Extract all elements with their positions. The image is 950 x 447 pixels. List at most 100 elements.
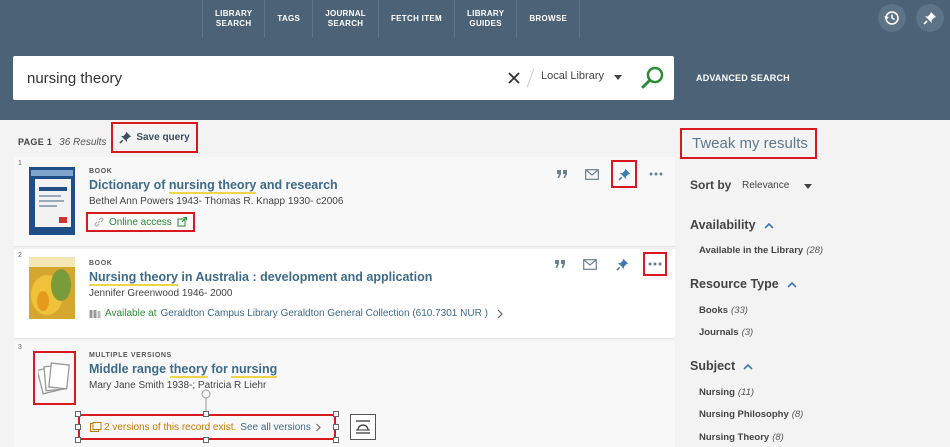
more-icon: [648, 262, 662, 266]
pin-record-button[interactable]: [609, 253, 635, 275]
pin-icon: [617, 168, 630, 181]
result-title[interactable]: Dictionary of nursing theory and researc…: [89, 178, 338, 194]
resource-type: BOOK: [89, 260, 113, 267]
result-actions: [543, 160, 667, 188]
facet-group-subject[interactable]: Subject: [690, 359, 753, 373]
resize-handle[interactable]: [75, 437, 81, 443]
versions-thumbnail: [33, 351, 76, 405]
search-icon: [641, 66, 664, 89]
citation-icon: [555, 260, 565, 268]
facet-group-resource-type[interactable]: Resource Type: [690, 277, 797, 291]
rotate-handle-icon: [201, 389, 211, 413]
title-highlight: nursing theory: [168, 178, 257, 194]
search-button[interactable]: [640, 65, 666, 91]
email-icon: [583, 258, 597, 270]
search-box: Local Library: [13, 56, 674, 100]
resize-handle[interactable]: [75, 424, 81, 430]
pinned-items-button[interactable]: [916, 4, 944, 32]
clear-icon: [508, 72, 520, 84]
title-part: Middle range: [89, 362, 170, 376]
save-query-button[interactable]: Save query: [111, 122, 198, 153]
title-highlight: Nursing theory: [89, 270, 178, 286]
book-location-icon: [89, 309, 101, 318]
see-all-versions: See all versions: [240, 421, 311, 433]
nav-browse[interactable]: BROWSE: [516, 0, 581, 38]
pin-record-button[interactable]: [611, 160, 637, 188]
search-scope-select[interactable]: Local Library: [541, 70, 604, 82]
advanced-search-link[interactable]: ADVANCED SEARCH: [696, 73, 790, 83]
facet-item-label: Books: [699, 305, 729, 316]
facet-item[interactable]: Journals (3): [699, 327, 753, 338]
facet-item-label: Nursing Philosophy: [699, 409, 789, 420]
clear-search-button[interactable]: [503, 67, 525, 89]
availability-status[interactable]: Available at Geraldton Campus Library Ge…: [89, 308, 504, 319]
result-item-3[interactable]: 3 MULTIPLE VERSIONS Middle range theory …: [14, 341, 675, 447]
chevron-up-icon: [787, 281, 797, 288]
resize-handle[interactable]: [333, 424, 339, 430]
facet-item[interactable]: Nursing Philosophy (8): [699, 409, 803, 420]
citation-button[interactable]: [551, 163, 573, 185]
search-input[interactable]: [27, 66, 497, 90]
availability-location: Geraldton Campus Library Geraldton Gener…: [160, 308, 488, 319]
sort-by-label: Sort by: [690, 178, 732, 192]
email-icon: [585, 168, 599, 180]
result-author: Jennifer Greenwood 1946- 2000: [89, 288, 233, 299]
result-item-2[interactable]: 2 BOOK Nursing theory in Australia : dev…: [14, 249, 675, 339]
resize-handle[interactable]: [203, 437, 209, 443]
citation-button[interactable]: [549, 253, 571, 275]
result-actions: [541, 252, 667, 276]
chevron-right-icon: [315, 423, 321, 431]
title-highlight: nursing: [231, 362, 278, 378]
caret-down-icon: [804, 184, 812, 189]
chevron-right-icon: [497, 309, 503, 318]
nav-library-search[interactable]: LIBRARY SEARCH: [202, 0, 264, 38]
resize-handle[interactable]: [333, 411, 339, 417]
versions-icon: [90, 422, 102, 432]
book-cover-thumbnail: [29, 257, 75, 319]
resize-handle[interactable]: [203, 411, 209, 417]
email-button[interactable]: [579, 253, 601, 275]
link-icon: [94, 217, 104, 227]
result-title[interactable]: Nursing theory in Australia : developmen…: [89, 270, 432, 286]
pin-icon: [615, 258, 628, 271]
search-band: Local Library ADVANCED SEARCH: [0, 38, 950, 120]
result-item-1[interactable]: 1 BOOK Dictionary of nursing theory and …: [14, 157, 675, 247]
facet-group-availability[interactable]: Availability: [690, 218, 774, 232]
email-button[interactable]: [581, 163, 603, 185]
more-icon: [649, 172, 663, 176]
versions-icon: [37, 362, 70, 395]
facet-item[interactable]: Available in the Library (28): [699, 245, 823, 256]
facet-item[interactable]: Books (33): [699, 305, 748, 316]
save-query-label: Save query: [136, 132, 190, 143]
nav-fetch-item[interactable]: FETCH ITEM: [377, 0, 454, 38]
results-count: 36 Results: [59, 136, 107, 148]
result-author: Bethel Ann Powers 1943- Thomas R. Knapp …: [89, 196, 344, 207]
sort-select[interactable]: Relevance: [742, 180, 789, 191]
online-access-link[interactable]: Online access: [86, 212, 195, 232]
more-actions-button[interactable]: [643, 252, 667, 276]
history-button[interactable]: [878, 4, 906, 32]
nav-journal-search[interactable]: JOURNAL SEARCH: [312, 0, 378, 38]
citation-icon: [557, 170, 567, 178]
result-title[interactable]: Middle range theory for nursing: [89, 362, 278, 378]
nav-tags[interactable]: TAGS: [264, 0, 312, 38]
more-actions-button[interactable]: [645, 163, 667, 185]
facet-item-count: (33): [731, 305, 748, 316]
pin-icon: [119, 131, 132, 144]
facet-item-label: Nursing Theory: [699, 432, 770, 443]
title-highlight: theory: [169, 362, 208, 378]
resize-handle[interactable]: [333, 437, 339, 443]
page-label: PAGE 1: [18, 137, 53, 147]
nav-library-guides[interactable]: LIBRARY GUIDES: [453, 0, 516, 38]
resize-handle[interactable]: [75, 411, 81, 417]
external-link-icon: [177, 217, 187, 227]
facet-item-label: Journals: [699, 327, 739, 338]
text-alignment-button[interactable]: [350, 414, 376, 440]
facet-group-label: Resource Type: [690, 277, 779, 291]
facet-item[interactable]: Nursing Theory (8): [699, 432, 784, 443]
history-icon: [884, 11, 899, 25]
facets-title: Tweak my results: [680, 128, 817, 159]
chevron-up-icon: [743, 363, 753, 370]
facet-item[interactable]: Nursing (11): [699, 387, 754, 398]
result-number: 1: [18, 160, 22, 167]
